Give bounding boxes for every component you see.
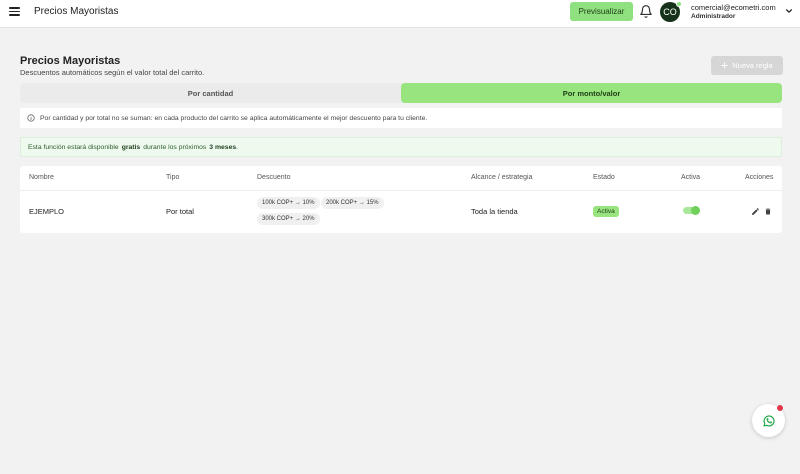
new-rule-button[interactable]: Nueva regla: [711, 56, 783, 75]
active-toggle[interactable]: [683, 206, 700, 215]
tab-amount[interactable]: Por monto/valor: [401, 83, 782, 103]
info-notice: Por cantidad y por total no se suman: en…: [20, 108, 782, 128]
discount-tier-chip: 100k COP+ → 10%: [257, 197, 320, 209]
promo-free: gratis: [121, 143, 141, 151]
notification-dot: [777, 405, 783, 411]
column-header-actions: Acciones: [745, 174, 774, 181]
promo-duration: 3 meses: [209, 143, 237, 151]
top-bar: Precios Mayoristas Previsualizar CO come…: [0, 0, 800, 28]
user-role: Administrador: [691, 13, 736, 20]
column-header-type: Tipo: [166, 174, 180, 181]
edit-icon[interactable]: [751, 207, 760, 216]
rule-type: Por total: [166, 207, 194, 216]
discount-type-tabs: Por cantidad Por monto/valor: [20, 83, 782, 103]
plus-icon: [721, 62, 729, 69]
promo-text-middle: durante los próximos: [143, 143, 207, 151]
info-icon: [27, 114, 35, 122]
column-header-discount: Descuento: [257, 174, 291, 181]
rules-table: Nombre Tipo Descuento Alcance / estrateg…: [20, 166, 782, 233]
online-status-dot: [676, 1, 682, 7]
column-header-scope: Alcance / estrategia: [471, 174, 533, 181]
page-title: Precios Mayoristas: [20, 55, 121, 67]
user-email: comercial@ecometri.com: [691, 3, 776, 12]
page-subtitle: Descuentos automáticos según el valor to…: [20, 68, 205, 77]
info-text: Por cantidad y por total no se suman: en…: [40, 114, 428, 122]
chevron-down-icon[interactable]: [785, 7, 793, 15]
preview-button[interactable]: Previsualizar: [570, 2, 633, 21]
app-title: Precios Mayoristas: [34, 6, 119, 17]
table-header-divider: [20, 190, 782, 191]
promo-text-before: Esta función estará disponible: [28, 143, 119, 151]
promo-notice: Esta función estará disponible gratis du…: [20, 137, 782, 157]
promo-text-after: .: [236, 143, 239, 151]
bell-icon[interactable]: [639, 4, 653, 19]
tab-quantity[interactable]: Por cantidad: [20, 83, 401, 103]
toggle-knob: [691, 206, 700, 215]
column-header-status: Estado: [593, 174, 615, 181]
column-header-name: Nombre: [29, 174, 54, 181]
new-rule-label: Nueva regla: [732, 61, 773, 70]
discount-tier-chip: 200k COP+ → 15%: [321, 197, 384, 209]
discount-tier-chip: 300k COP+ → 20%: [257, 213, 320, 225]
column-header-active: Activa: [681, 174, 701, 181]
trash-icon[interactable]: [764, 207, 772, 216]
rule-name: EJEMPLO: [29, 207, 65, 216]
rule-scope: Toda la tienda: [471, 207, 518, 216]
whatsapp-icon: [762, 414, 775, 427]
menu-icon[interactable]: [9, 7, 20, 16]
status-badge: Activa: [593, 206, 619, 217]
